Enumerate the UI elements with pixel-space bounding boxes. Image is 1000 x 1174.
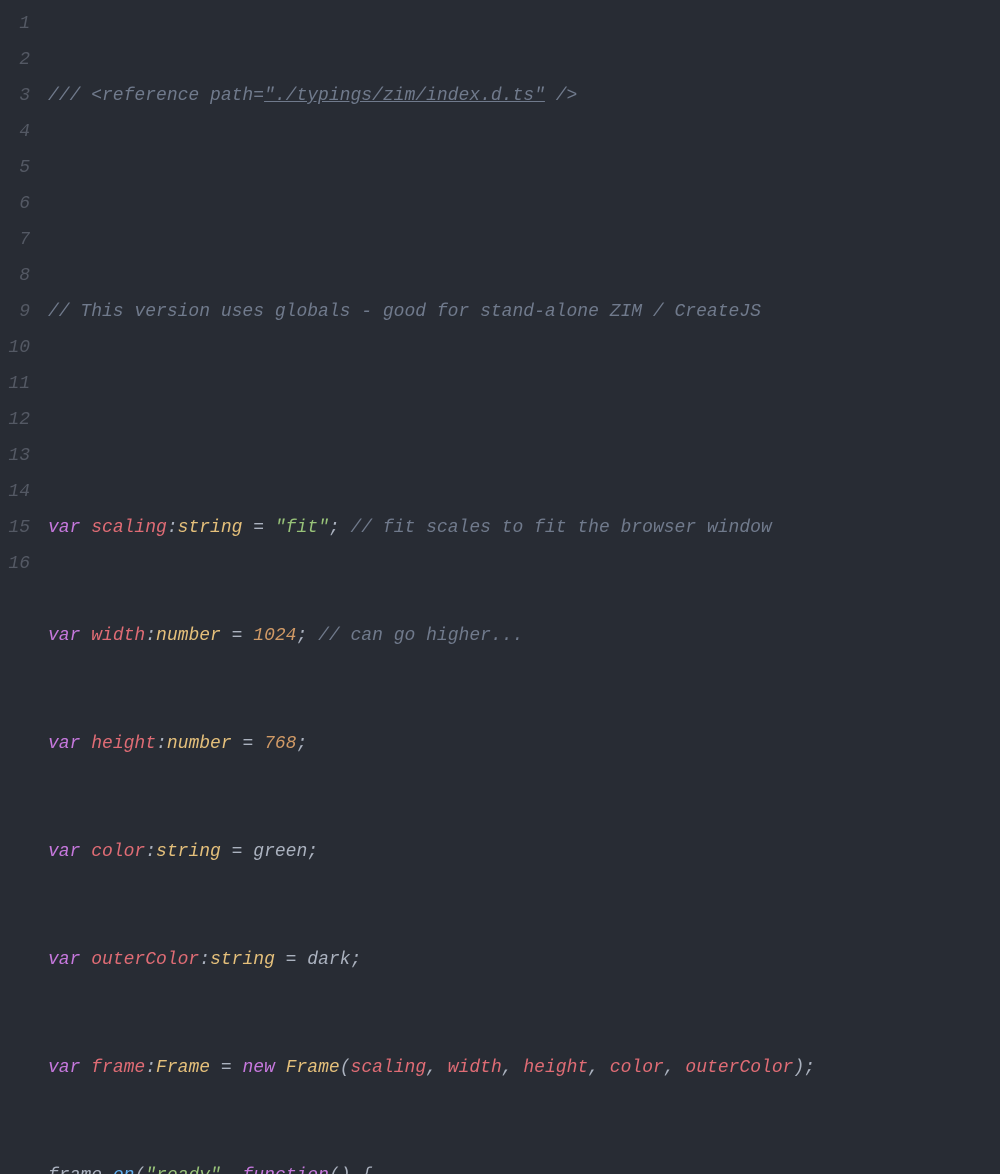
code-line: frame.on("ready", function() { (48, 1158, 1000, 1174)
line-number: 3 (0, 78, 30, 114)
code-line: var scaling:string = "fit"; // fit scale… (48, 510, 1000, 546)
line-number: 6 (0, 186, 30, 222)
code-line: var width:number = 1024; // can go highe… (48, 618, 1000, 654)
code-line: var height:number = 768; (48, 726, 1000, 762)
line-number: 5 (0, 150, 30, 186)
line-number: 2 (0, 42, 30, 78)
line-number: 9 (0, 294, 30, 330)
line-number: 13 (0, 438, 30, 474)
line-number: 7 (0, 222, 30, 258)
line-number: 10 (0, 330, 30, 366)
line-number: 16 (0, 546, 30, 582)
code-line (48, 186, 1000, 222)
line-number: 12 (0, 402, 30, 438)
code-editor[interactable]: 1 2 3 4 5 6 7 8 9 10 11 12 13 14 15 16 /… (0, 0, 1000, 587)
line-number-gutter: 1 2 3 4 5 6 7 8 9 10 11 12 13 14 15 16 (0, 0, 48, 587)
code-line: var frame:Frame = new Frame(scaling, wid… (48, 1050, 1000, 1086)
line-number: 11 (0, 366, 30, 402)
line-number: 8 (0, 258, 30, 294)
line-number: 1 (0, 6, 30, 42)
line-number: 4 (0, 114, 30, 150)
code-line (48, 402, 1000, 438)
line-number: 14 (0, 474, 30, 510)
code-area[interactable]: /// <reference path="./typings/zim/index… (48, 0, 1000, 587)
code-line: var outerColor:string = dark; (48, 942, 1000, 978)
code-line: var color:string = green; (48, 834, 1000, 870)
line-number: 15 (0, 510, 30, 546)
code-line: // This version uses globals - good for … (48, 294, 1000, 330)
code-line: /// <reference path="./typings/zim/index… (48, 78, 1000, 114)
